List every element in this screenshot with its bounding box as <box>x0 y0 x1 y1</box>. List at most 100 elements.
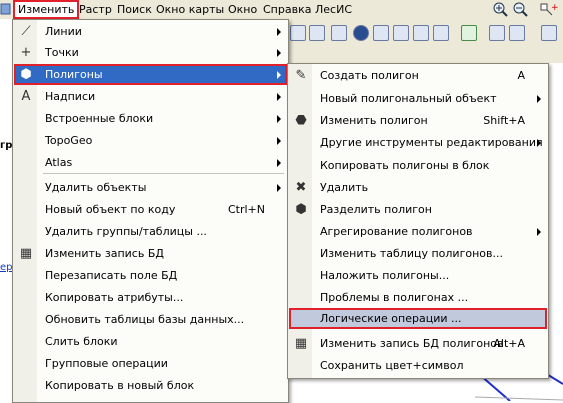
submenu-arrow-icon <box>537 139 541 147</box>
menu-item-label: Наложить полигоны... <box>320 269 450 282</box>
menu-item-label: Новый объект по коду <box>45 203 176 216</box>
menu-item-10[interactable]: Наложить полигоны... <box>289 265 547 286</box>
menu-item-14[interactable]: Сохранить цвет+символ <box>289 355 547 376</box>
menu-item-14[interactable]: Обновить таблицы базы данных... <box>14 309 287 330</box>
menu-item-8[interactable]: Удалить объекты <box>14 177 287 198</box>
submenu-arrow-icon <box>277 93 281 101</box>
menu-item-label: Слить блоки <box>45 335 118 348</box>
menu-item-3[interactable]: ⬣ Изменить полигон Shift+A <box>289 110 547 131</box>
menu-map-window[interactable]: Окно карты <box>153 1 227 18</box>
toolbar-icon-12[interactable] <box>541 25 557 41</box>
toolbar-icon-7[interactable] <box>413 25 429 41</box>
split-polygon-icon: ⬢ <box>295 202 307 217</box>
menu-item-13[interactable]: Копировать атрибуты... <box>14 287 287 308</box>
menu-item-13[interactable]: ▦ Изменить запись БД полигонов Alt+A <box>289 333 547 354</box>
menu-item-3[interactable]: ⬢ Полигоны <box>14 64 287 85</box>
menu-item-label: Изменить запись БД полигонов <box>320 337 504 350</box>
menu-item-7[interactable]: Atlas <box>14 152 287 173</box>
polygons-submenu: ✎ Создать полигон A Новый полигональный объ… <box>287 63 549 379</box>
toolbar-icon-3[interactable] <box>331 25 347 41</box>
menu-item-label: Изменить таблицу полигонов... <box>320 247 503 260</box>
refresh-icon[interactable] <box>461 25 477 41</box>
menu-item-17[interactable]: Копировать в новый блок <box>14 375 287 396</box>
menu-item-label: Агрегирование полигонов <box>320 225 473 238</box>
menu-item-shortcut: A <box>517 69 525 82</box>
svg-text:+: + <box>551 3 558 13</box>
toolbar-icon-6[interactable] <box>393 25 409 41</box>
menu-item-label: Встроенные блоки <box>45 112 154 125</box>
menu-item-9[interactable]: Изменить таблицу полигонов... <box>289 243 547 264</box>
toolbar-icon-8[interactable] <box>433 25 449 41</box>
menu-item-1[interactable]: ✎ Создать полигон A <box>289 65 547 86</box>
menubar-logo-icon <box>0 1 12 18</box>
menu-item-5[interactable]: Встроенные блоки <box>14 108 287 129</box>
left-panel-label: гр <box>0 140 13 151</box>
menu-item-shortcut: Ctrl+N <box>227 203 265 216</box>
db-record-icon: ▦ <box>294 336 308 351</box>
submenu-arrow-icon <box>277 28 281 36</box>
zoom-out-icon[interactable] <box>512 1 528 18</box>
menu-item-label: Точки <box>45 46 79 59</box>
menu-item-5[interactable]: Копировать полигоны в блок <box>289 155 547 176</box>
menu-edit[interactable]: Изменить <box>13 0 80 19</box>
menu-item-12[interactable]: Перезаписать поле БД <box>14 265 287 286</box>
background-toolbar <box>285 19 563 63</box>
submenu-arrow-icon <box>277 115 281 123</box>
menu-item-label: TopoGeo <box>45 134 93 147</box>
menu-item-label: Групповые операции <box>45 357 168 370</box>
menu-item-6[interactable]: TopoGeo <box>14 130 287 151</box>
menu-item-label: Новый полигональный объект <box>320 92 497 105</box>
toolbar-icon-2[interactable] <box>309 25 325 41</box>
menu-item-label: Удалить <box>320 181 369 194</box>
toolbar-icon-1[interactable] <box>290 25 306 41</box>
menu-window[interactable]: Окно <box>225 1 260 18</box>
submenu-arrow-icon <box>277 49 281 57</box>
toolbar-icon-5[interactable] <box>373 25 389 41</box>
menu-item-label: Проблемы в полигонах ... <box>320 291 469 304</box>
menu-item-label: Сохранить цвет+символ <box>320 359 464 372</box>
menu-item-label: Удалить группы/таблицы ... <box>45 225 207 238</box>
menu-item-16[interactable]: Групповые операции <box>14 353 287 374</box>
db-record-icon: ▦ <box>19 246 33 261</box>
menu-item-shortcut: Shift+A <box>483 114 525 127</box>
info-icon[interactable] <box>353 25 369 41</box>
menu-lesis[interactable]: ЛесИС <box>312 1 355 18</box>
menu-item-label: Обновить таблицы базы данных... <box>45 313 245 326</box>
menu-item-6[interactable]: ✖ Удалить <box>289 177 547 198</box>
menu-item-7[interactable]: ⬢ Разделить полигон <box>289 199 547 220</box>
menu-search[interactable]: Поиск <box>114 1 155 18</box>
menu-item-8[interactable]: Агрегирование полигонов <box>289 221 547 242</box>
submenu-arrow-icon <box>277 137 281 145</box>
menu-item-11[interactable]: Проблемы в полигонах ... <box>289 287 547 308</box>
menu-raster[interactable]: Растр <box>76 1 115 18</box>
menu-item-label: Изменить запись БД <box>45 247 164 260</box>
toolbar-icon-11[interactable] <box>509 25 525 41</box>
menu-item-label: Надписи <box>45 90 96 103</box>
menu-item-label: Удалить объекты <box>45 181 147 194</box>
polygon-icon: ⬢ <box>20 67 32 82</box>
menu-item-1[interactable]: ⟋ Линии <box>14 21 287 42</box>
zoom-in-icon[interactable] <box>492 1 508 18</box>
menu-item-10[interactable]: Удалить группы/таблицы ... <box>14 221 287 242</box>
menu-item-2[interactable]: + Точки <box>14 42 287 63</box>
menu-item-12[interactable]: Логические операции ... <box>289 308 547 329</box>
menu-help[interactable]: Справка <box>260 1 314 18</box>
menu-item-label: Atlas <box>45 156 73 169</box>
menu-item-11[interactable]: ▦ Изменить запись БД <box>14 243 287 264</box>
toolbar-icon-10[interactable] <box>489 25 505 41</box>
menubar: Изменить Растр Поиск Окно карты Окно Спр… <box>0 0 563 20</box>
left-panel-link[interactable]: ер <box>0 262 13 273</box>
menu-item-15[interactable]: Слить блоки <box>14 331 287 352</box>
submenu-arrow-icon <box>277 159 281 167</box>
menu-item-label: Полигоны <box>45 68 103 81</box>
menu-item-2[interactable]: Новый полигональный объект <box>289 88 547 109</box>
menu-item-4[interactable]: A Надписи <box>14 86 287 107</box>
menu-item-9[interactable]: Новый объект по коду Ctrl+N <box>14 199 287 220</box>
add-node-icon[interactable]: + <box>540 1 559 18</box>
plus-point-icon: + <box>20 45 32 60</box>
menu-item-label: Линии <box>45 25 82 38</box>
create-polygon-icon: ✎ <box>295 68 307 83</box>
menu-item-4[interactable]: Другие инструменты редактирования <box>289 132 547 153</box>
edit-polygon-icon: ⬣ <box>295 113 307 128</box>
menu-item-label: Копировать полигоны в блок <box>320 159 490 172</box>
